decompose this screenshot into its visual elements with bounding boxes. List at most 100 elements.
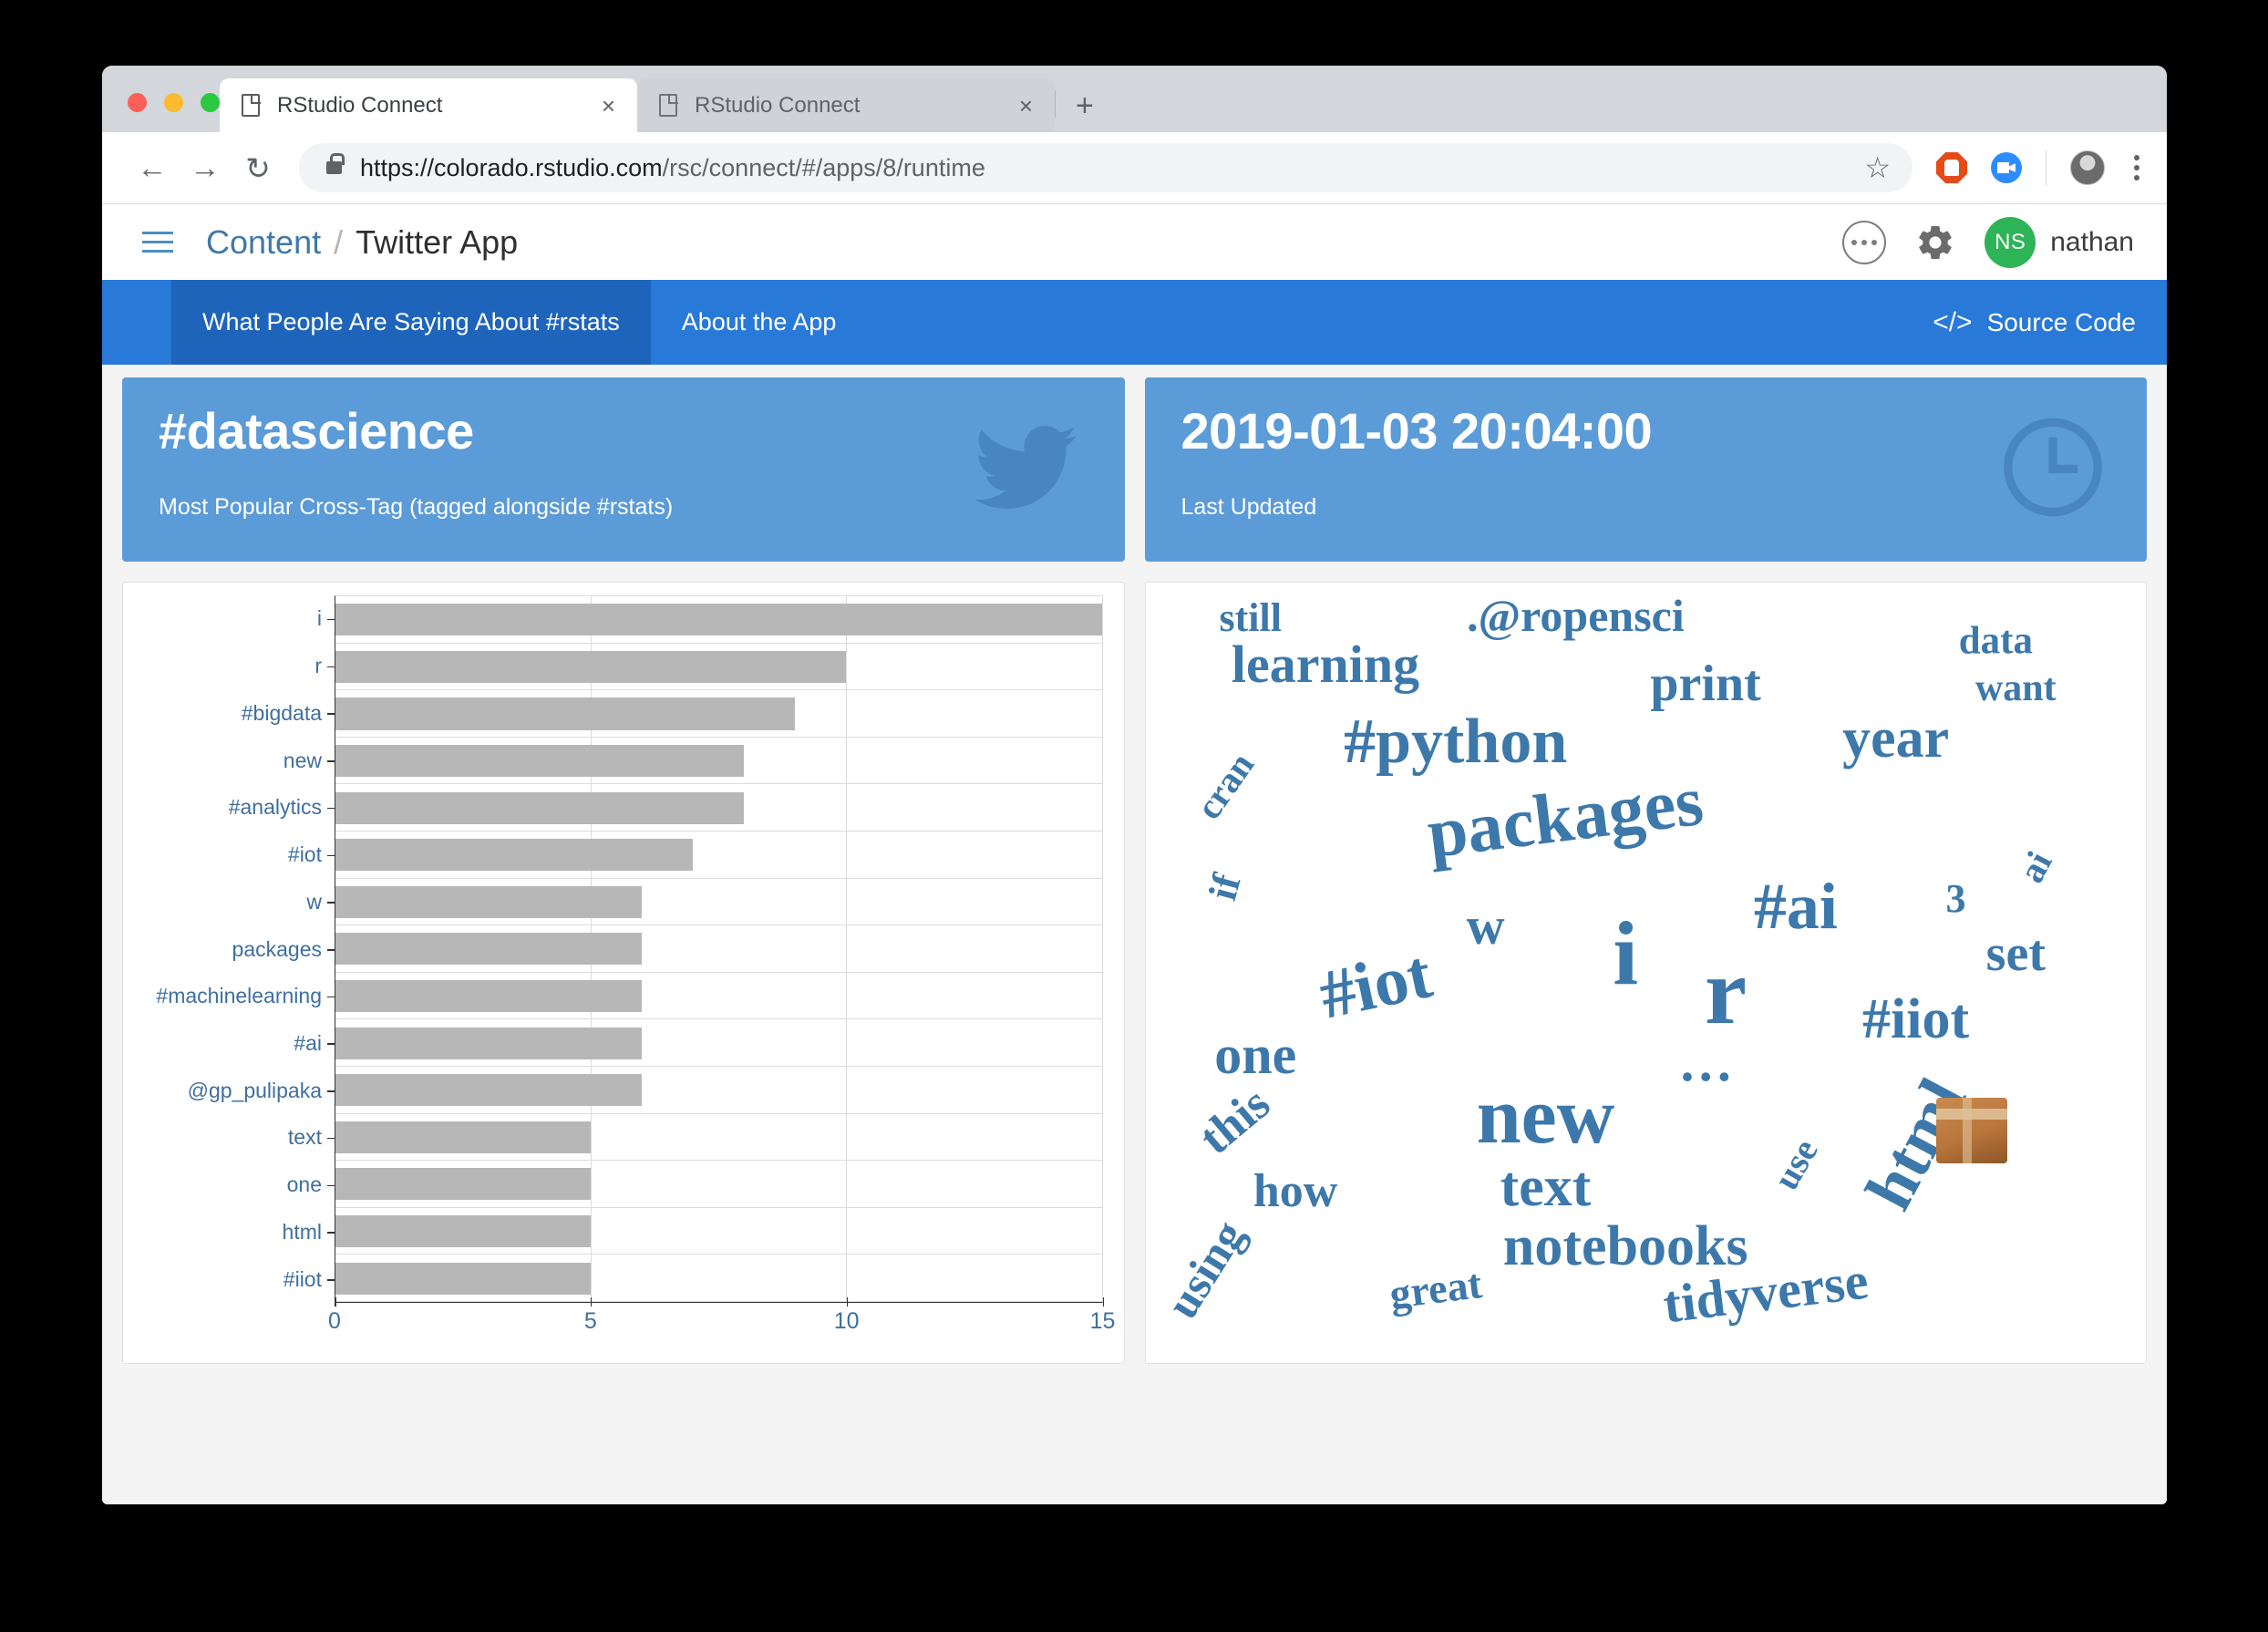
bar-chart-y-label: #analytics [123,784,335,831]
tab-what-people-are-saying[interactable]: What People Are Saying About #rstats [171,280,651,365]
word-cloud-word: #python [1344,707,1568,778]
bar-chart-plot-area [335,595,1103,1303]
bar-chart-y-label: new [123,737,335,784]
twitter-bird-icon [966,417,1085,523]
value-box-last-updated-subtitle: Last Updated [1180,493,1317,520]
url-text: https://colorado.rstudio.com/rsc/connect… [360,154,985,182]
bar-chart-gridline [1101,596,1103,1302]
bar-chart-x-label: 0 [328,1308,341,1334]
bar-chart-row [335,690,1102,738]
browser-tab-1[interactable]: RStudio Connect × [220,78,637,132]
profile-avatar[interactable] [2070,150,2105,185]
extension-icons [1912,150,2145,185]
hamburger-icon[interactable] [139,226,177,258]
gear-icon[interactable] [1915,222,1955,263]
bar-chart-bar [335,604,1102,636]
kebab-menu-icon[interactable] [2129,155,2145,181]
word-cloud-word: how [1253,1164,1338,1217]
bar-chart-bar [335,1214,592,1248]
new-tab-button[interactable]: + [1056,90,1114,132]
bar-chart-y-label: w [123,878,335,925]
word-cloud-word: #iiot [1862,988,1970,1051]
browser-tab-2-title: RStudio Connect [695,92,861,118]
bookmark-star-icon[interactable]: ☆ [1851,150,1903,185]
word-cloud-word: packages [1423,759,1708,873]
maximize-window-button[interactable] [201,93,220,112]
bar-chart-row [335,1067,1102,1114]
bar-chart-y-label: one [123,1162,335,1209]
url-path: /rsc/connect/#/apps/8/runtime [662,153,985,181]
word-cloud-word: using [1156,1212,1255,1327]
browser-tab-2[interactable]: RStudio Connect × [637,78,1055,132]
bar-chart-bar [335,1027,643,1059]
bar-chart-row [335,596,1102,644]
avatar: NS [1984,216,2036,268]
browser-window: RStudio Connect × RStudio Connect × + ← … [102,66,2167,1504]
word-cloud-word: learning [1231,634,1420,694]
code-icon: </> [1933,306,1973,337]
bar-chart-x-label: 15 [1089,1308,1116,1334]
plot-row: i r #bigdata new #analytics #iot w packages #mac… [122,582,2147,1364]
word-cloud-word: use [1765,1131,1826,1196]
bar-chart-bar [335,933,643,966]
word-cloud-word: r [1704,939,1747,1045]
username-label: nathan [2050,226,2134,257]
bar-chart-y-label: #bigdata [123,689,335,737]
lock-icon [326,153,345,174]
close-tab-2-button[interactable]: × [1010,94,1042,118]
zoom-icon[interactable] [1991,152,2022,183]
more-options-icon[interactable] [1842,220,1887,264]
word-cloud-word: new [1476,1072,1615,1162]
bar-chart-row [335,1208,1102,1255]
rstudio-connect-page: Content / Twitter App NS nathan What Peo [102,204,2167,1504]
bar-chart-x-tick [1102,1297,1104,1307]
word-cloud-word: .@ropensci [1467,589,1685,641]
window-controls [102,93,220,132]
connect-header: Content / Twitter App NS nathan [102,204,2167,280]
source-code-link[interactable]: </> Source Code [1933,280,2167,365]
bar-chart-row [335,973,1102,1020]
bar-chart-x-tick [590,1297,593,1307]
word-cloud-word: year [1842,708,1950,770]
bar-chart-y-label: #iot [123,831,335,879]
value-box-last-updated-value: 2019-01-03 20:04:00 [1180,402,1653,460]
bar-chart-bars [335,596,1102,1302]
bar-chart-y-label: html [123,1209,335,1256]
forward-button[interactable]: → [179,141,232,194]
address-bar[interactable]: https://colorado.rstudio.com/rsc/connect… [299,143,1912,192]
adblock-icon[interactable] [1936,152,1967,183]
bar-chart-row [335,1161,1102,1208]
back-button[interactable]: ← [126,141,179,194]
bar-chart-y-label: #iiot [123,1255,335,1303]
close-window-button[interactable] [128,93,147,112]
tab-about-the-app[interactable]: About the App [651,280,868,365]
browser-toolbar: ← → ↻ https://colorado.rstudio.com/rsc/c… [102,132,2167,204]
word-cloud-word: i [1613,902,1639,1004]
bar-chart-x-label: 5 [583,1308,597,1334]
word-cloud-word: if [1200,869,1250,905]
minimize-window-button[interactable] [164,93,183,112]
bar-chart-bar [335,697,796,730]
close-tab-1-button[interactable]: × [593,94,624,118]
breadcrumb-content-link[interactable]: Content [206,223,321,262]
bar-chart-bar [335,745,745,778]
breadcrumb-current: Twitter App [356,222,519,261]
word-cloud-word: still [1219,594,1282,640]
word-cloud-word: cran [1188,744,1263,827]
bar-chart-bar [335,1168,592,1201]
user-menu[interactable]: NS nathan [1984,216,2134,268]
reload-button[interactable]: ↻ [232,141,284,194]
bar-chart-bar [335,980,643,1013]
page-icon [242,93,261,117]
value-box-last-updated: 2019-01-03 20:04:00 Last Updated [1144,377,2147,562]
breadcrumb-separator: / [334,222,344,261]
bar-chart-row [335,1019,1102,1067]
word-cloud-word: set [1985,924,2046,982]
tweet-word-cloud: still .@ropensci data learning print want #pyt… [1146,583,2147,1363]
breadcrumb: Content / Twitter App [206,223,518,262]
bar-chart-y-axis-labels: i r #bigdata new #analytics #iot w packages #mac… [123,595,335,1303]
bar-chart-bar [335,1262,592,1295]
word-cloud-word: w [1466,895,1505,955]
bar-chart-y-label: i [123,595,335,643]
word-cloud-word: want [1974,666,2057,709]
